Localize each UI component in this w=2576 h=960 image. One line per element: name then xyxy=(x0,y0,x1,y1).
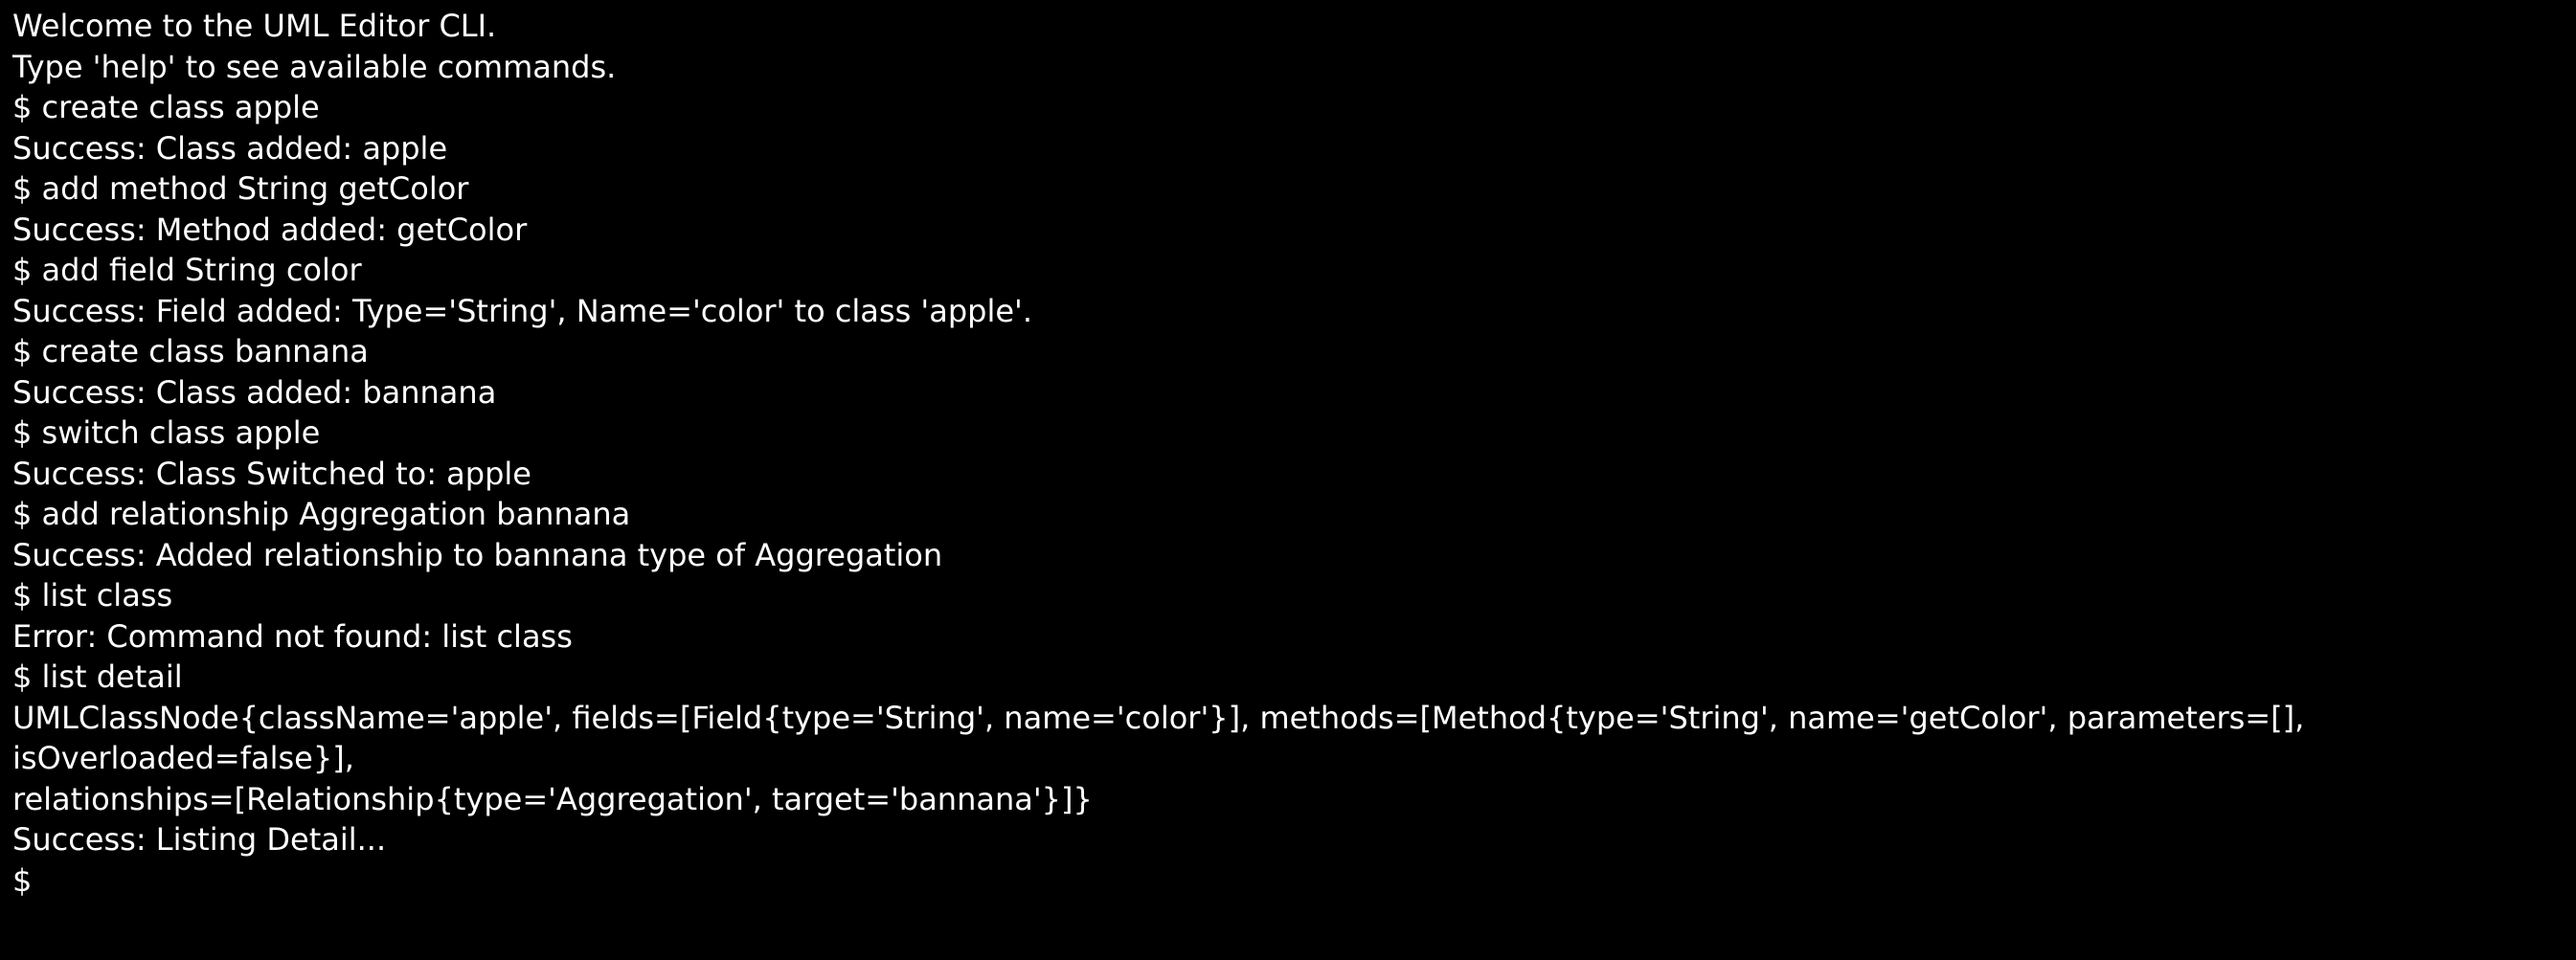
command-line-create-apple: $ create class apple xyxy=(12,89,320,125)
command-line-add-relationship: $ add relationship Aggregation bannana xyxy=(12,496,631,532)
output-line-class-added-bannana: Success: Class added: bannana xyxy=(12,373,497,411)
output-line-method-added: Success: Method added: getColor xyxy=(12,211,528,248)
output-line-class-switched: Success: Class Switched to: apple xyxy=(12,455,531,492)
output-line-error: Error: Command not found: list class xyxy=(12,617,573,655)
output-line-help-hint: Type 'help' to see available commands. xyxy=(12,48,617,85)
command-line-create-bannana: $ create class bannana xyxy=(12,333,369,369)
output-detail-block: UMLClassNode{className='apple', fields=[… xyxy=(12,699,2305,817)
command-line-switch-class: $ switch class apple xyxy=(12,414,321,451)
output-line-class-added-apple: Success: Class added: apple xyxy=(12,129,448,167)
output-line-welcome: Welcome to the UML Editor CLI. xyxy=(12,8,497,44)
output-line-field-added: Success: Field added: Type='String', Nam… xyxy=(12,292,1032,329)
command-input[interactable] xyxy=(32,861,2340,899)
command-prompt[interactable]: $ xyxy=(12,860,2576,902)
prompt-symbol: $ xyxy=(12,861,33,899)
command-line-add-field: $ add field String color xyxy=(12,252,362,288)
output-line-relationship-added: Success: Added relationship to bannana t… xyxy=(12,536,943,573)
command-line-list-detail: $ list detail xyxy=(12,659,183,695)
output-line-listing-detail: Success: Listing Detail... xyxy=(12,821,387,858)
command-line-list-class: $ list class xyxy=(12,577,173,614)
command-line-add-method: $ add method String getColor xyxy=(12,170,469,207)
terminal-window[interactable]: Welcome to the UML Editor CLI. Type 'hel… xyxy=(0,0,2576,960)
